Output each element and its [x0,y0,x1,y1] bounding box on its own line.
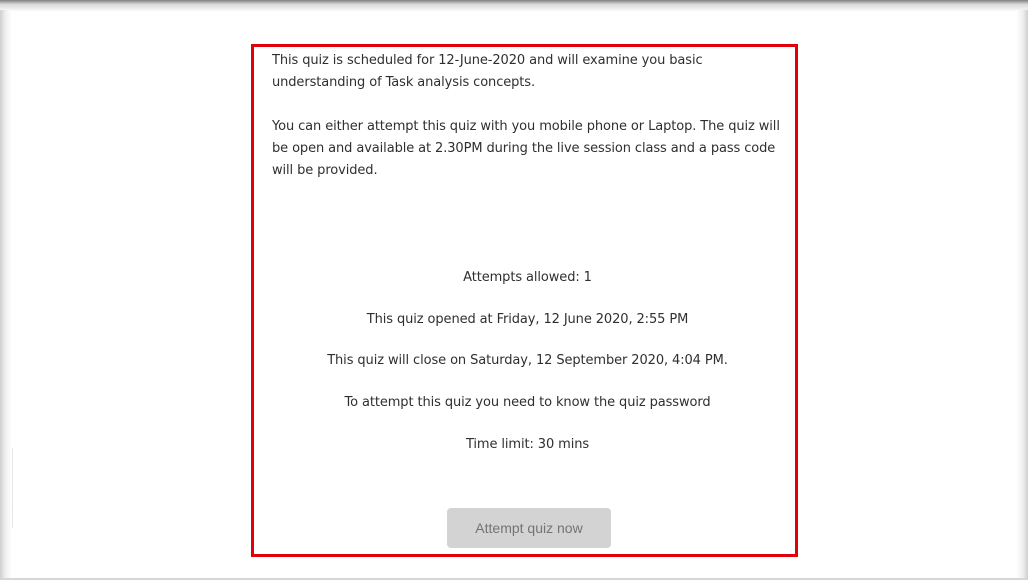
quiz-opened-date: This quiz opened at Friday, 12 June 2020… [366,312,689,327]
quiz-page: This quiz is scheduled for 12-June-2020 … [0,0,1028,580]
quiz-description-paragraph-1: This quiz is scheduled for 12-June-2020 … [272,53,703,90]
quiz-time-limit: Time limit: 30 mins [465,437,590,452]
top-shadow [0,0,1028,12]
attempt-quiz-button[interactable]: Attempt quiz now [447,508,611,548]
quiz-description-paragraph-2: You can either attempt this quiz with yo… [272,119,780,178]
right-page-shadow [1016,10,1028,580]
attempts-allowed: Attempts allowed: 1 [463,270,592,285]
quiz-close-date: This quiz will close on Saturday, 12 Sep… [327,353,728,368]
left-edge-divider [0,448,13,528]
quiz-password-notice: To attempt this quiz you need to know th… [344,395,711,410]
quiz-info-panel: This quiz is scheduled for 12-June-2020 … [251,44,798,557]
